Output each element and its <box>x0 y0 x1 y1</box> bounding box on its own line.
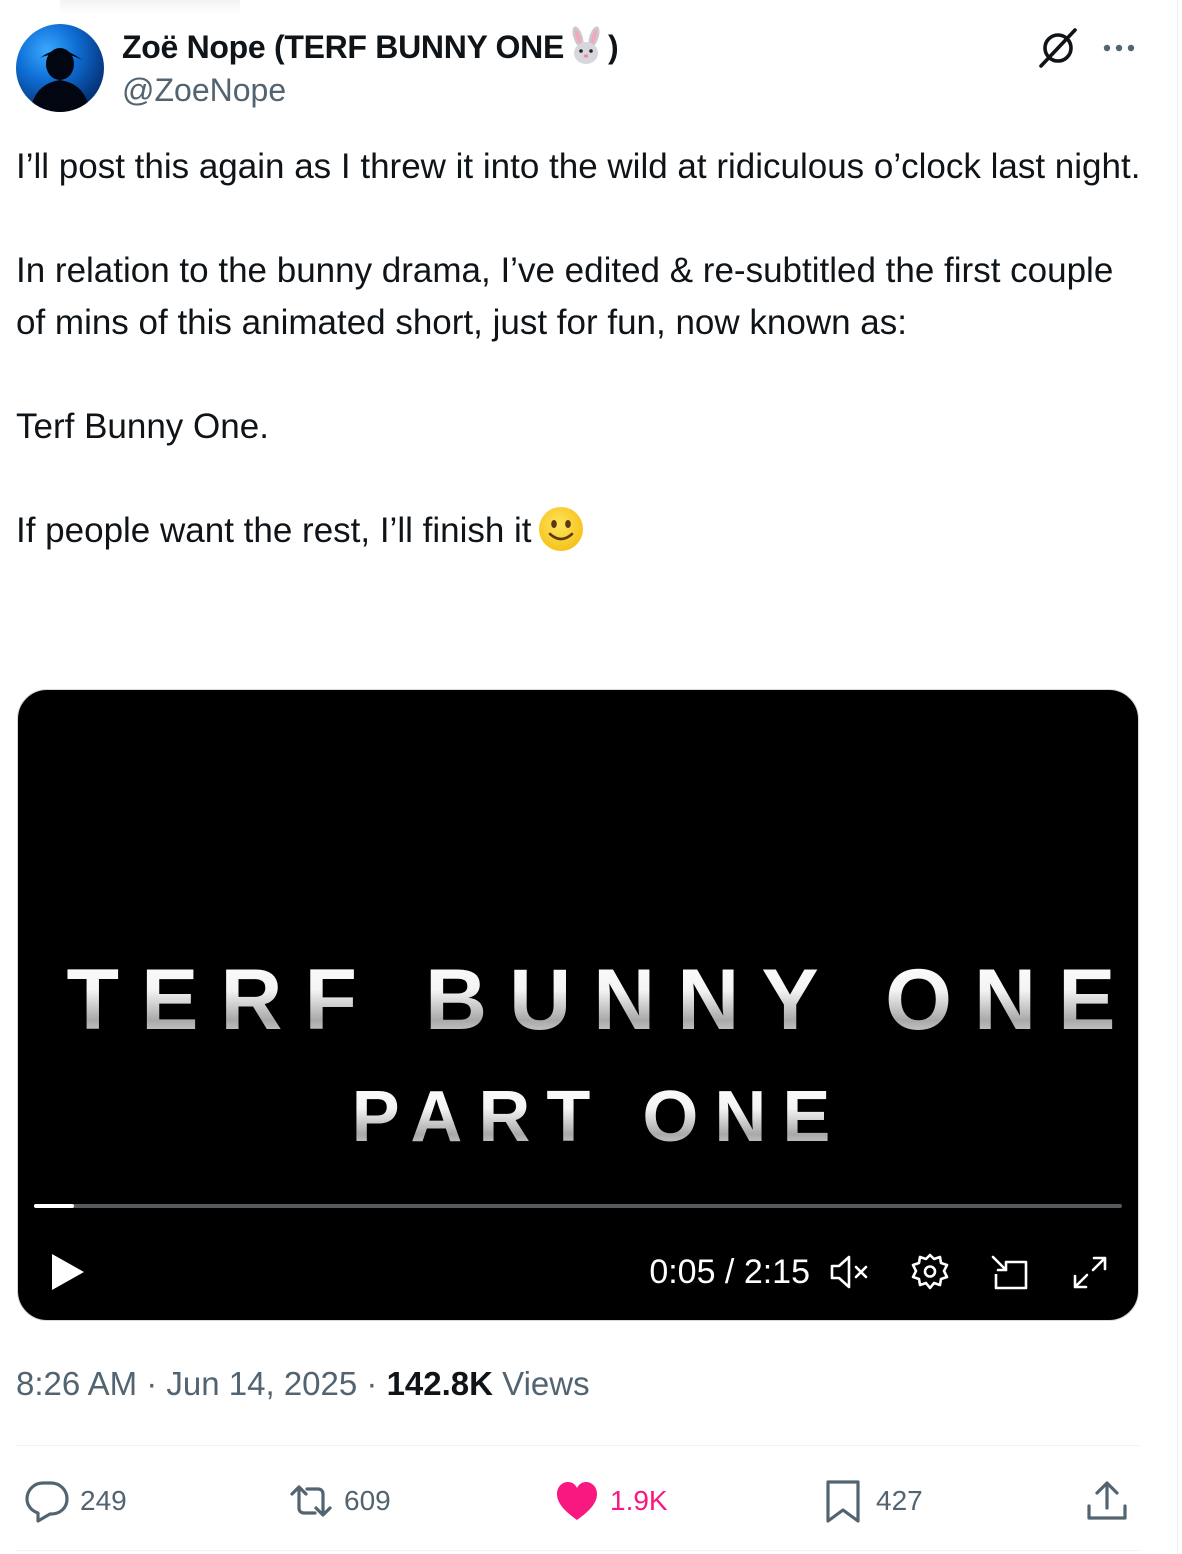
play-button[interactable] <box>46 1250 90 1294</box>
muted-speaker-icon <box>830 1255 868 1289</box>
video-time-display: 0:05 / 2:15 <box>649 1253 810 1291</box>
tweet-paragraph-text: If people want the rest, I’ll finish it <box>16 511 532 550</box>
top-shadow <box>60 0 240 14</box>
views-count: 142.8K <box>386 1365 493 1402</box>
display-name-suffix: ) <box>608 29 619 65</box>
video-title-line-1: TERF BUNNY ONE <box>0 950 1182 1050</box>
video-progress-fill <box>34 1204 74 1208</box>
rabbit-face-icon <box>572 26 600 64</box>
reply-icon <box>25 1481 69 1523</box>
author-display-name[interactable]: Zoë Nope (TERF BUNNY ONE ) <box>122 26 619 67</box>
smiling-face-icon <box>538 507 583 551</box>
reply-count: 249 <box>80 1485 127 1516</box>
video-title-line-2: PART ONE <box>0 1074 1182 1160</box>
settings-button[interactable] <box>908 1250 952 1294</box>
tweet-paragraph: I’ll post this again as I threw it into … <box>16 147 1141 186</box>
views-label: Views <box>493 1365 590 1402</box>
like-count: 1.9K <box>610 1485 668 1516</box>
bookmark-count: 427 <box>876 1485 923 1516</box>
author-handle[interactable]: @ZoeNope <box>122 70 286 110</box>
grok-icon[interactable] <box>1036 26 1080 70</box>
bottom-divider <box>16 1550 1140 1551</box>
gear-icon <box>911 1253 949 1290</box>
tweet-time[interactable]: 8:26 AM <box>16 1365 137 1402</box>
display-name-text: Zoë Nope (TERF BUNNY ONE <box>122 29 565 65</box>
tweet-meta: 8:26 AM · Jun 14, 2025 · 142.8K Views <box>16 1362 590 1406</box>
tweet-paragraph: Terf Bunny One. <box>16 407 269 446</box>
avatar-silhouette-icon <box>30 48 90 112</box>
repost-count: 609 <box>344 1485 391 1516</box>
meta-separator: · <box>357 1365 387 1402</box>
mute-button[interactable] <box>828 1250 872 1294</box>
dock-video-button[interactable] <box>988 1250 1032 1294</box>
tweet-date[interactable]: Jun 14, 2025 <box>166 1365 357 1402</box>
bookmark-button[interactable]: 427 <box>820 1476 923 1526</box>
bookmark-icon <box>826 1480 860 1523</box>
video-progress-bar[interactable] <box>34 1204 1122 1208</box>
meta-separator: · <box>137 1365 167 1402</box>
more-options-icon[interactable] <box>1098 26 1142 70</box>
play-icon <box>52 1254 84 1290</box>
tweet-text: I’ll post this again as I threw it into … <box>16 141 1146 557</box>
divider <box>16 1445 1140 1446</box>
timeline-border <box>1177 0 1178 1554</box>
like-button[interactable]: 1.9K <box>554 1476 668 1526</box>
heart-icon <box>557 1482 597 1520</box>
tweet-paragraph-last: If people want the rest, I’ll finish it <box>16 505 1146 557</box>
avatar[interactable] <box>16 24 104 112</box>
fullscreen-button[interactable] <box>1068 1250 1112 1294</box>
share-icon <box>1087 1481 1127 1520</box>
share-button[interactable] <box>1084 1476 1130 1526</box>
reply-button[interactable]: 249 <box>24 1476 127 1526</box>
fullscreen-icon <box>1073 1256 1107 1289</box>
repost-button[interactable]: 609 <box>288 1476 391 1526</box>
tweet-paragraph: In relation to the bunny drama, I’ve edi… <box>16 251 1114 342</box>
picture-in-picture-icon <box>991 1255 1028 1290</box>
repost-icon <box>290 1485 332 1517</box>
